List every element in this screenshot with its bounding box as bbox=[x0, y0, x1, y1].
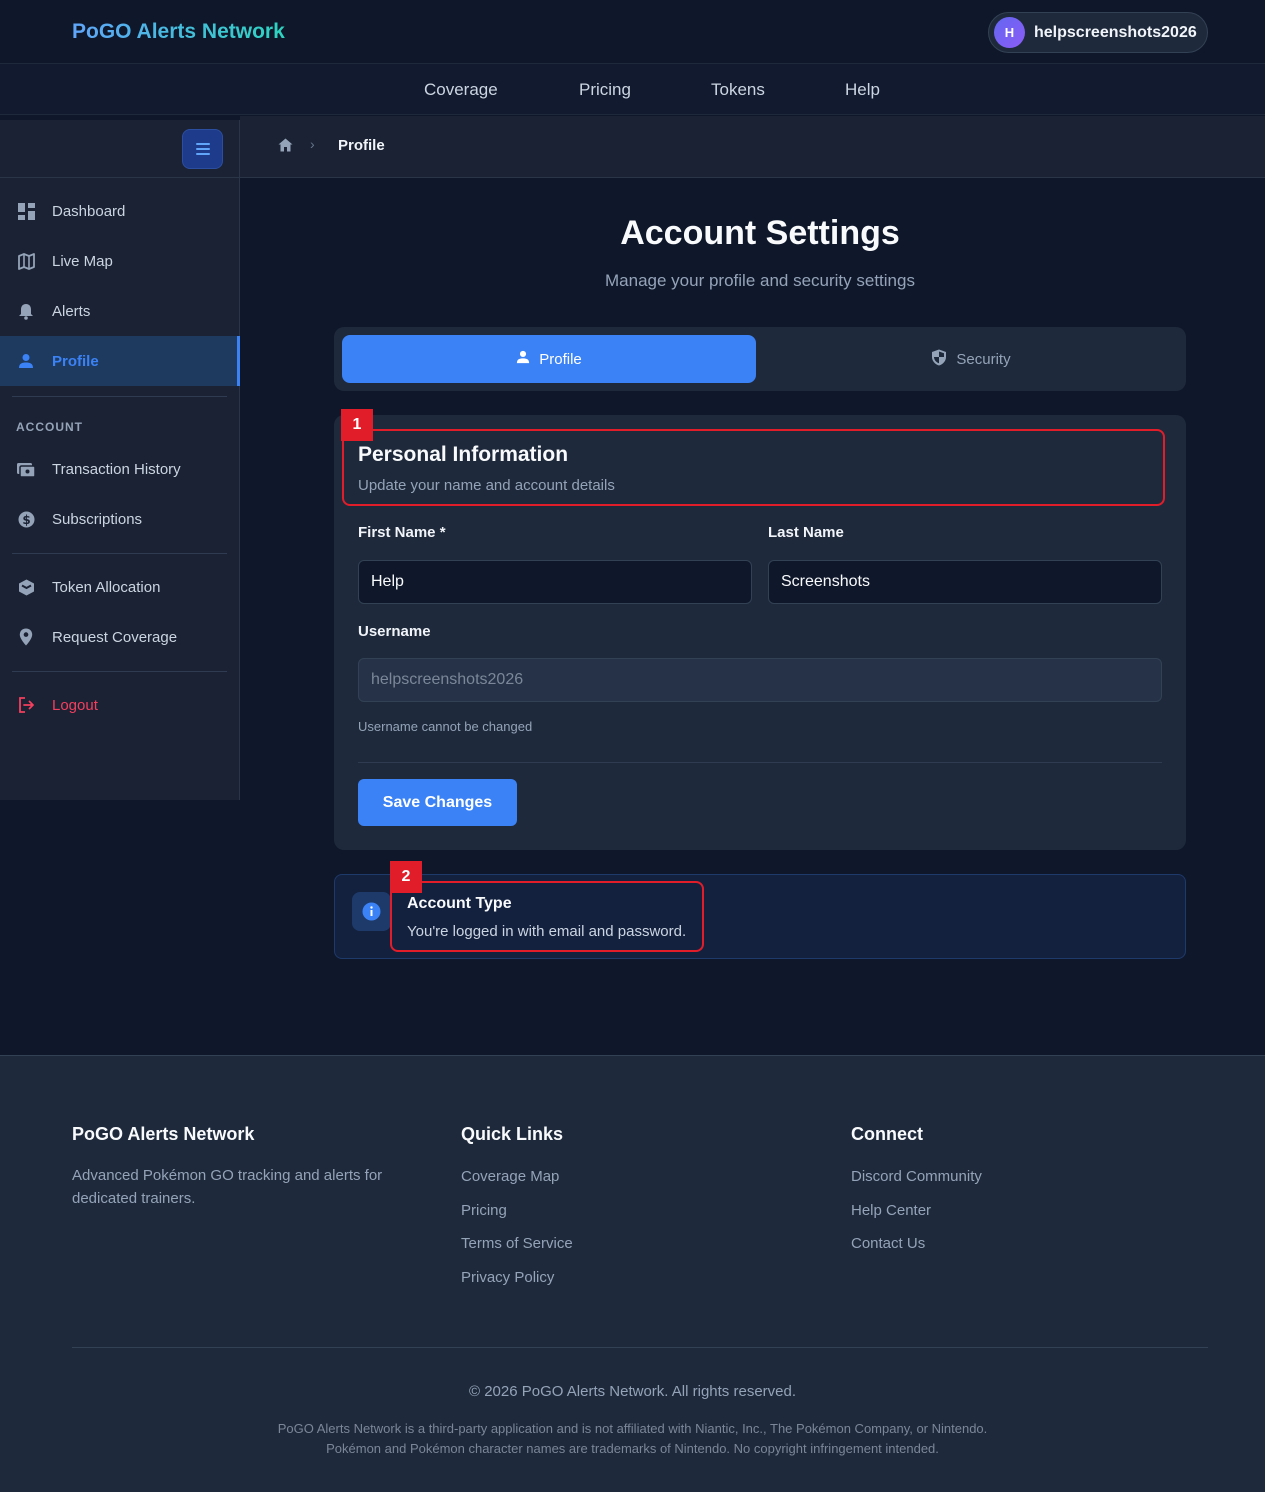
nav-tokens[interactable]: Tokens bbox=[711, 80, 765, 100]
username-hint: Username cannot be changed bbox=[358, 719, 533, 734]
page-subtitle: Manage your profile and security setting… bbox=[605, 271, 915, 290]
sidebar-item-profile[interactable]: Profile bbox=[0, 336, 240, 386]
nav-help[interactable]: Help bbox=[845, 80, 880, 100]
annotation-label-2: 2 bbox=[390, 861, 422, 893]
username-label: Username bbox=[358, 623, 431, 640]
top-bar: PoGO Alerts Network H helpscreenshots202… bbox=[0, 0, 1265, 64]
sidebar-item-label: Profile bbox=[52, 352, 99, 370]
avatar: H bbox=[994, 17, 1025, 48]
breadcrumb-separator: › bbox=[310, 136, 315, 152]
svg-text:$: $ bbox=[22, 512, 30, 526]
map-icon bbox=[17, 252, 35, 270]
annotation-box-1 bbox=[342, 429, 1165, 506]
annotation-box-2 bbox=[390, 881, 704, 952]
footer-divider bbox=[72, 1347, 1208, 1348]
sidebar-divider bbox=[12, 553, 227, 554]
footer-link-help-center[interactable]: Help Center bbox=[851, 1202, 931, 1219]
footer-quick-links-title: Quick Links bbox=[461, 1124, 564, 1144]
sidebar-item-label: Request Coverage bbox=[52, 628, 178, 646]
sidebar-item-request-coverage[interactable]: Request Coverage bbox=[0, 612, 240, 662]
last-name-label: Last Name bbox=[768, 524, 844, 541]
footer-link-coverage-map[interactable]: Coverage Map bbox=[461, 1168, 559, 1185]
shield-icon bbox=[931, 349, 947, 370]
footer-copyright: © 2026 PoGO Alerts Network. All rights r… bbox=[468, 1383, 797, 1400]
bell-icon bbox=[17, 302, 35, 320]
breadcrumb-current: Profile bbox=[338, 137, 385, 154]
username-label: helpscreenshots2026 bbox=[1034, 23, 1197, 41]
sidebar-item-alerts[interactable]: Alerts bbox=[0, 286, 240, 336]
user-icon bbox=[516, 350, 530, 368]
last-name-field[interactable] bbox=[768, 560, 1162, 604]
tab-label: Security bbox=[956, 350, 1011, 368]
receipt-icon bbox=[17, 460, 35, 478]
footer-link-contact[interactable]: Contact Us bbox=[851, 1235, 925, 1252]
info-icon bbox=[352, 892, 391, 931]
annotation-label-1: 1 bbox=[341, 409, 373, 441]
user-icon bbox=[17, 352, 35, 370]
location-pin-icon bbox=[17, 628, 35, 646]
sidebar-item-label: Dashboard bbox=[52, 202, 126, 220]
first-name-label: First Name * bbox=[358, 524, 446, 541]
dashboard-icon bbox=[17, 202, 35, 220]
sidebar-item-label: Token Allocation bbox=[52, 578, 161, 596]
sidebar-item-label: Logout bbox=[52, 696, 98, 714]
footer-link-privacy[interactable]: Privacy Policy bbox=[461, 1269, 554, 1286]
sidebar: Dashboard Live Map Alerts Profile ACCOUN… bbox=[0, 120, 240, 800]
nav-pricing[interactable]: Pricing bbox=[579, 80, 631, 100]
page-title: Account Settings bbox=[620, 214, 900, 252]
sidebar-section-account: ACCOUNT bbox=[16, 420, 83, 434]
brand-logo[interactable]: PoGO Alerts Network bbox=[72, 20, 285, 44]
username-field bbox=[358, 658, 1162, 702]
card-divider bbox=[358, 762, 1162, 763]
breadcrumb: › Profile bbox=[240, 116, 1265, 178]
sidebar-item-label: Live Map bbox=[52, 252, 113, 270]
sidebar-item-live-map[interactable]: Live Map bbox=[0, 236, 240, 286]
nav-coverage[interactable]: Coverage bbox=[424, 80, 498, 100]
sidebar-item-dashboard[interactable]: Dashboard bbox=[0, 186, 240, 236]
sidebar-item-label: Subscriptions bbox=[52, 510, 143, 528]
footer-brand-description: Advanced Pokémon GO tracking and alerts … bbox=[72, 1167, 383, 1207]
tab-profile[interactable]: Profile bbox=[342, 335, 756, 383]
main-nav: Coverage Pricing Tokens Help bbox=[0, 64, 1265, 115]
footer-disclaimer: PoGO Alerts Network is a third-party app… bbox=[277, 1421, 988, 1436]
sidebar-item-subscriptions[interactable]: $ Subscriptions bbox=[0, 494, 240, 544]
tab-label: Profile bbox=[539, 350, 582, 368]
sidebar-header bbox=[0, 120, 239, 178]
sidebar-item-transaction-history[interactable]: Transaction History bbox=[0, 444, 240, 494]
sidebar-item-label: Alerts bbox=[52, 302, 91, 320]
footer-brand-title: PoGO Alerts Network bbox=[72, 1124, 255, 1144]
footer-connect-title: Connect bbox=[851, 1124, 923, 1144]
save-button[interactable]: Save Changes bbox=[358, 779, 517, 826]
menu-toggle-icon[interactable] bbox=[182, 129, 223, 169]
sidebar-divider bbox=[12, 671, 227, 672]
user-menu-button[interactable]: H helpscreenshots2026 bbox=[988, 12, 1208, 53]
settings-tabs: Profile Security bbox=[334, 327, 1186, 391]
tab-security[interactable]: Security bbox=[764, 335, 1178, 383]
logout-icon bbox=[17, 696, 35, 714]
first-name-field[interactable] bbox=[358, 560, 752, 604]
footer-link-discord[interactable]: Discord Community bbox=[851, 1168, 982, 1185]
footer-disclaimer: Pokémon and Pokémon character names are … bbox=[326, 1441, 939, 1456]
footer-link-terms[interactable]: Terms of Service bbox=[461, 1235, 573, 1252]
footer: PoGO Alerts Network Advanced Pokémon GO … bbox=[0, 1055, 1265, 1492]
sidebar-item-label: Transaction History bbox=[52, 460, 181, 478]
token-icon bbox=[17, 578, 35, 596]
dollar-icon: $ bbox=[17, 510, 35, 528]
sidebar-item-logout[interactable]: Logout bbox=[0, 680, 240, 730]
footer-link-pricing[interactable]: Pricing bbox=[461, 1202, 507, 1219]
sidebar-divider bbox=[12, 396, 227, 397]
sidebar-item-token-allocation[interactable]: Token Allocation bbox=[0, 562, 240, 612]
home-icon[interactable] bbox=[278, 138, 293, 157]
